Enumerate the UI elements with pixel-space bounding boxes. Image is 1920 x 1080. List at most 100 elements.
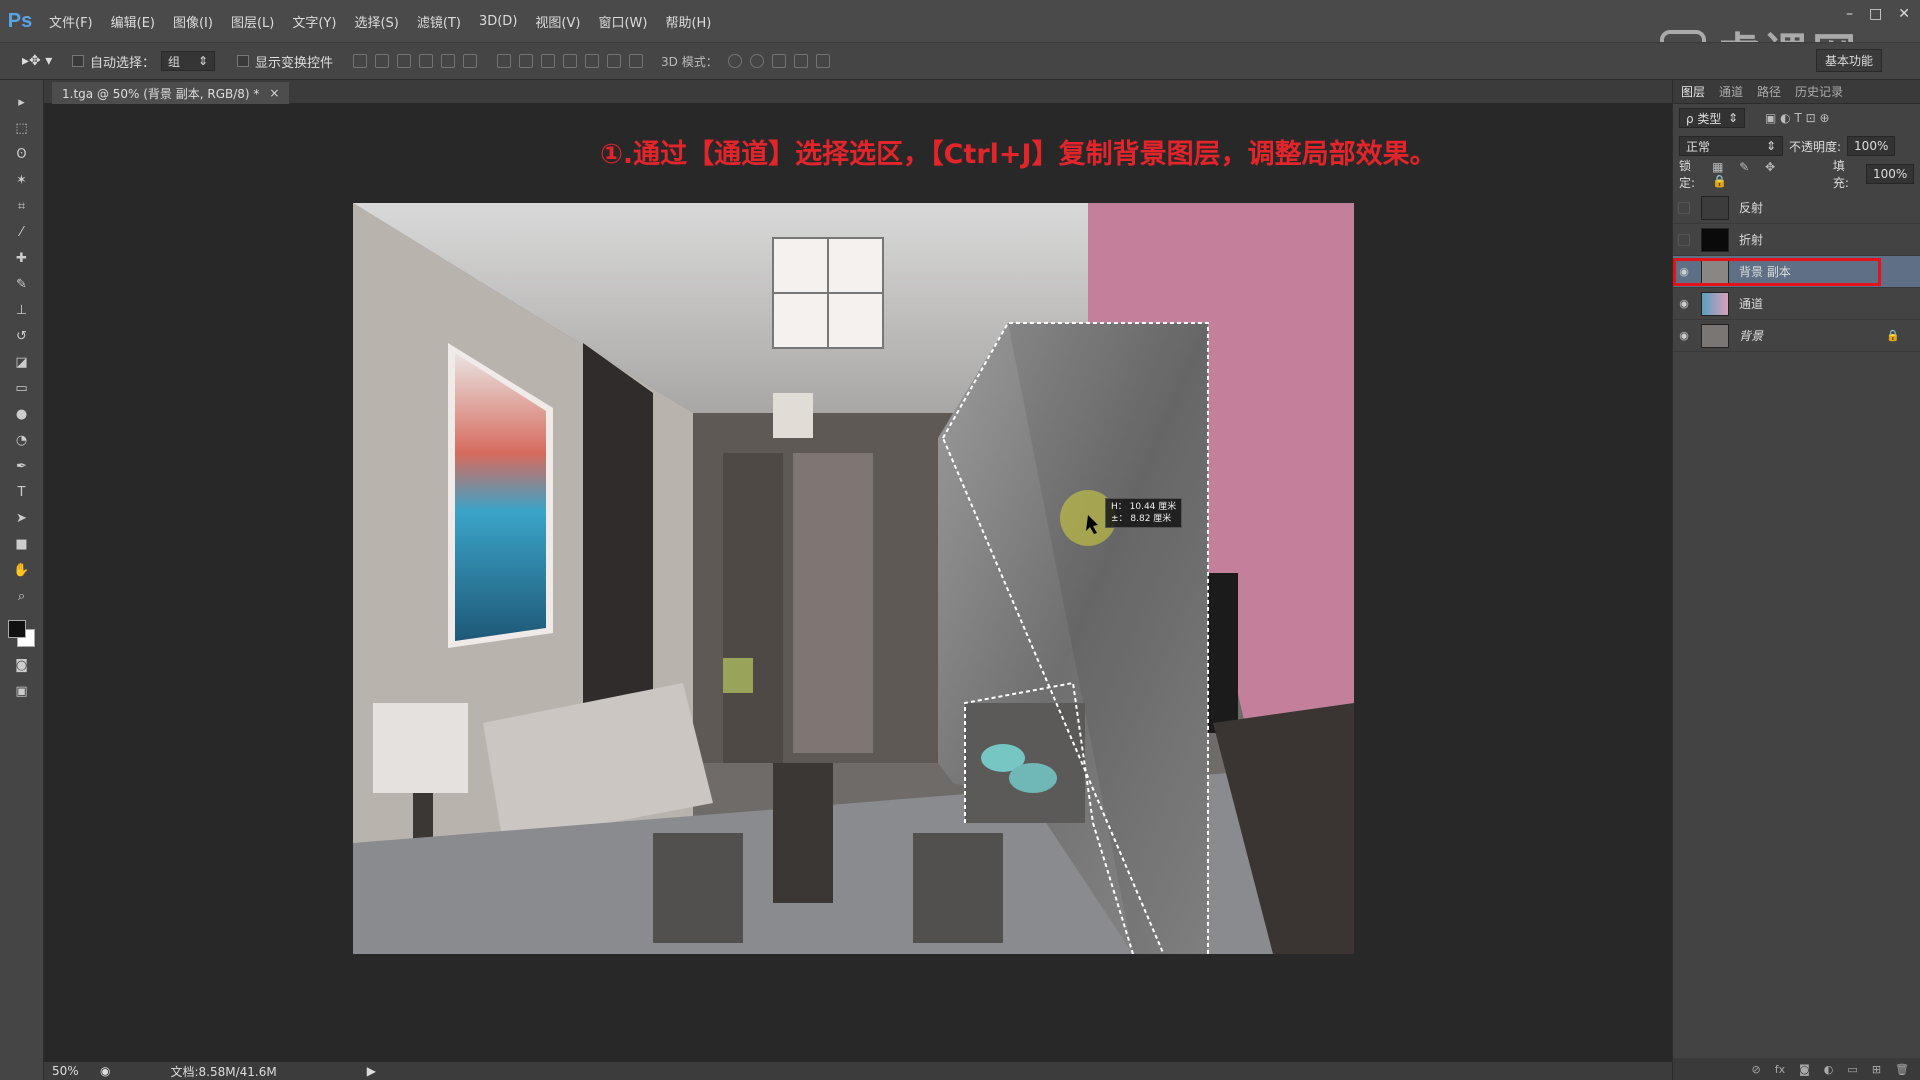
menu-3d[interactable]: 3D(D) <box>470 0 526 42</box>
rectangle-tool-icon[interactable]: ■ <box>13 536 31 553</box>
fill-input[interactable]: 100% <box>1866 164 1914 184</box>
auto-select-checkbox[interactable] <box>72 55 84 67</box>
zoom-tool-icon[interactable]: ⌕ <box>13 588 31 605</box>
eye-icon[interactable]: ◉ <box>1673 265 1695 278</box>
screen-mode-icon[interactable]: ▣ <box>13 683 31 700</box>
tab-layers[interactable]: 图层 <box>1681 83 1705 100</box>
distribute-right-icon[interactable] <box>607 54 622 68</box>
layer-refraction[interactable]: 折射 <box>1673 224 1920 256</box>
eye-icon[interactable]: ◉ <box>1673 297 1695 310</box>
tab-channels[interactable]: 通道 <box>1719 83 1743 100</box>
lasso-tool-icon[interactable]: ʘ <box>13 146 31 163</box>
layer-reflection[interactable]: 反射 <box>1673 192 1920 224</box>
menu-select[interactable]: 选择(S) <box>345 0 407 42</box>
layer-background[interactable]: ◉ 背景 🔒 <box>1673 320 1920 352</box>
distribute-left-icon[interactable] <box>563 54 578 68</box>
path-selection-icon[interactable]: ➤ <box>13 510 31 527</box>
magic-wand-icon[interactable]: ✶ <box>13 172 31 189</box>
align-vcenter-icon[interactable] <box>375 54 390 68</box>
link-layers-icon[interactable]: ⊘ <box>1752 1063 1761 1076</box>
new-group-icon[interactable]: ▭ <box>1847 1063 1857 1076</box>
status-info-icon[interactable]: ◉ <box>100 1064 110 1078</box>
eye-icon[interactable]: ◉ <box>1673 329 1695 342</box>
minimize-icon[interactable]: – <box>1846 6 1853 22</box>
blend-mode-value: 正常 <box>1686 139 1711 154</box>
layer-filter-value: ρ 类型 <box>1686 111 1722 126</box>
blend-mode-dropdown[interactable]: 正常 ⇕ <box>1679 136 1783 156</box>
move-tool-icon[interactable]: ▸ <box>13 94 31 111</box>
menu-edit[interactable]: 编辑(E) <box>102 0 164 42</box>
brush-tool-icon[interactable]: ✎ <box>13 276 31 293</box>
close-tab-icon[interactable]: × <box>269 86 279 100</box>
quick-mask-icon[interactable]: ◙ <box>13 657 31 674</box>
measure-line-2: ±： 8.82 厘米 <box>1111 514 1172 524</box>
document-image[interactable]: H： 10.44 厘米 ±： 8.82 厘米 <box>353 203 1354 954</box>
layer-name: 折射 <box>1739 233 1764 247</box>
align-top-icon[interactable] <box>353 54 368 68</box>
layer-channels[interactable]: ◉ 通道 <box>1673 288 1920 320</box>
document-tab[interactable]: 1.tga @ 50% (背景 副本, RGB/8) * × <box>52 82 290 104</box>
healing-brush-icon[interactable]: ✚ <box>13 250 31 267</box>
menu-file[interactable]: 文件(F) <box>40 0 102 42</box>
3d-slide-icon[interactable] <box>793 54 808 68</box>
3d-pan-icon[interactable] <box>771 54 786 68</box>
distribute-top-icon[interactable] <box>497 54 512 68</box>
add-mask-icon[interactable]: ◙ <box>1799 1063 1810 1076</box>
layer-background-copy[interactable]: ◉ 背景 副本 <box>1673 256 1920 288</box>
new-layer-icon[interactable]: ⊞ <box>1872 1063 1881 1076</box>
maximize-icon[interactable]: □ <box>1869 6 1882 22</box>
foreground-color[interactable] <box>7 620 26 638</box>
distribute-hcenter-icon[interactable] <box>585 54 600 68</box>
filter-icons[interactable]: ▣ ◐ T ⊡ ⊕ <box>1765 111 1830 125</box>
3d-rotate-icon[interactable] <box>727 54 742 68</box>
type-tool-icon[interactable]: T <box>13 484 31 501</box>
3d-roll-icon[interactable] <box>749 54 764 68</box>
adjustment-layer-icon[interactable]: ◐ <box>1824 1063 1834 1076</box>
menu-help[interactable]: 帮助(H) <box>656 0 720 42</box>
dodge-tool-icon[interactable]: ◔ <box>13 432 31 449</box>
close-icon[interactable]: ✕ <box>1898 6 1910 22</box>
menu-type[interactable]: 文字(Y) <box>283 0 345 42</box>
marquee-tool-icon[interactable]: ⬚ <box>13 120 31 137</box>
move-tool-preset-icon[interactable]: ▸✥ ▾ <box>22 53 62 69</box>
align-hcenter-icon[interactable] <box>441 54 456 68</box>
distribute-bottom-icon[interactable] <box>541 54 556 68</box>
menu-window[interactable]: 窗口(W) <box>589 0 656 42</box>
workspace-switcher[interactable]: 基本功能 <box>1815 49 1882 72</box>
gradient-tool-icon[interactable]: ▭ <box>13 380 31 397</box>
auto-select-dropdown[interactable]: 组 ⇕ <box>161 51 216 71</box>
lock-icons[interactable]: ▦ ✎ ✥ 🔒 <box>1712 160 1809 188</box>
eraser-tool-icon[interactable]: ◪ <box>13 354 31 371</box>
crop-tool-icon[interactable]: ⌗ <box>13 198 31 215</box>
show-transform-checkbox[interactable] <box>237 55 250 67</box>
menu-image[interactable]: 图像(I) <box>164 0 222 42</box>
menu-view[interactable]: 视图(V) <box>526 0 589 42</box>
3d-scale-icon[interactable] <box>815 54 830 68</box>
auto-align-icon[interactable] <box>629 54 644 68</box>
clone-stamp-icon[interactable]: ⊥ <box>13 302 31 319</box>
fx-icon[interactable]: fx <box>1775 1063 1785 1076</box>
menu-filter[interactable]: 滤镜(T) <box>408 0 470 42</box>
blur-tool-icon[interactable]: ● <box>13 406 31 423</box>
menu-layer[interactable]: 图层(L) <box>222 0 283 42</box>
eyedropper-tool-icon[interactable]: ⁄ <box>13 224 31 241</box>
distribute-vcenter-icon[interactable] <box>519 54 534 68</box>
color-swatches[interactable] <box>7 620 36 648</box>
pen-tool-icon[interactable]: ✒ <box>13 458 31 475</box>
dropdown-arrow-icon: ⇕ <box>1765 139 1776 153</box>
hand-tool-icon[interactable]: ✋ <box>13 562 31 579</box>
panel-tabs: 图层 通道 路径 历史记录 <box>1673 80 1920 104</box>
visibility-toggle[interactable] <box>1678 201 1690 214</box>
opacity-input[interactable]: 100% <box>1847 136 1896 156</box>
history-brush-icon[interactable]: ↺ <box>13 328 31 345</box>
visibility-toggle[interactable] <box>1678 233 1690 246</box>
align-bottom-icon[interactable] <box>397 54 412 68</box>
status-menu-icon[interactable]: ▶ <box>367 1064 376 1078</box>
delete-layer-icon[interactable]: 🗑 <box>1895 1063 1909 1076</box>
zoom-level[interactable]: 50% <box>44 1064 100 1078</box>
tab-paths[interactable]: 路径 <box>1757 83 1781 100</box>
align-right-icon[interactable] <box>463 54 478 68</box>
tab-history[interactable]: 历史记录 <box>1795 83 1843 100</box>
align-left-icon[interactable] <box>419 54 434 68</box>
layer-filter-dropdown[interactable]: ρ 类型 ⇕ <box>1679 108 1745 128</box>
